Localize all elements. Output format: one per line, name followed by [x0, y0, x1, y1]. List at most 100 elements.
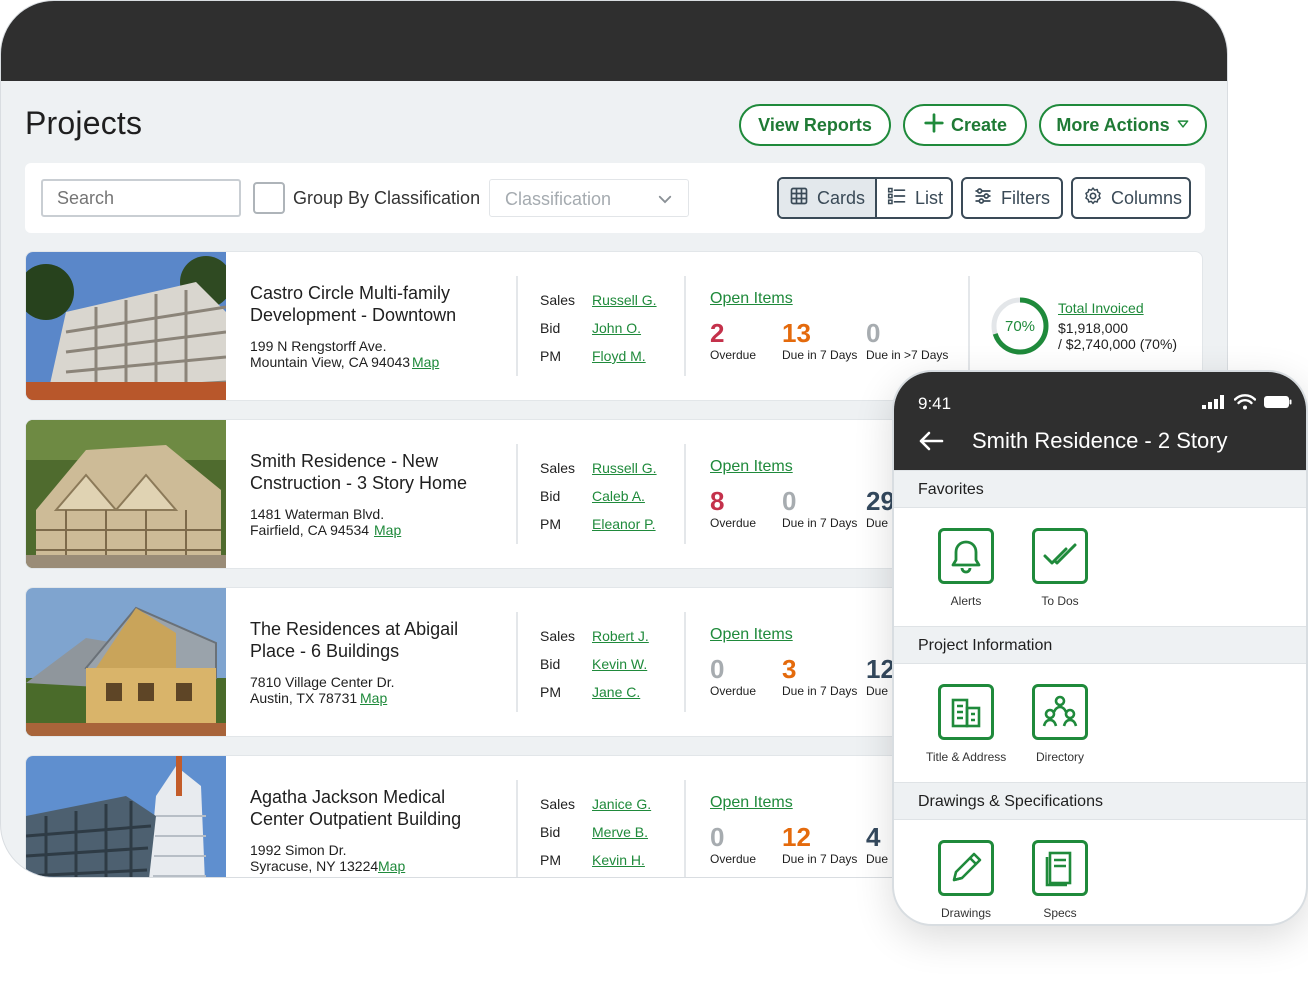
- sales-person-link[interactable]: Russell G.: [592, 460, 657, 476]
- sales-person-link[interactable]: Robert J.: [592, 628, 649, 644]
- list-view-button[interactable]: List: [875, 179, 951, 217]
- section-header-project-information: Project Information: [894, 626, 1306, 664]
- project-photo: [26, 756, 226, 877]
- due-7-count[interactable]: 12: [782, 822, 811, 853]
- open-items-link[interactable]: Open Items: [710, 458, 793, 476]
- sales-person-link[interactable]: Russell G.: [592, 292, 657, 308]
- cards-label: Cards: [817, 187, 866, 208]
- map-link[interactable]: Map: [374, 522, 401, 538]
- pm-person-link[interactable]: Kevin H.: [592, 852, 645, 868]
- columns-label: Columns: [1111, 187, 1183, 208]
- sales-person-link[interactable]: Janice G.: [592, 796, 651, 812]
- plus-icon: [923, 112, 945, 139]
- list-label: List: [915, 187, 944, 208]
- map-link[interactable]: Map: [378, 858, 405, 874]
- due-gt7-count[interactable]: 0: [866, 318, 880, 349]
- alerts-tile[interactable]: Alerts: [926, 528, 1006, 608]
- bell-icon: [938, 528, 994, 584]
- create-button[interactable]: Create: [903, 104, 1027, 146]
- alerts-label: Alerts: [950, 594, 982, 608]
- project-address-line2: Syracuse, NY 13224: [250, 858, 379, 874]
- todos-label: To Dos: [1041, 594, 1079, 608]
- overdue-count[interactable]: 8: [710, 486, 724, 517]
- view-toggle: Cards List: [777, 177, 953, 219]
- specs-label: Specs: [1043, 906, 1077, 920]
- divider: [968, 276, 970, 376]
- specs-tile[interactable]: Specs: [1020, 840, 1100, 920]
- bid-person-link[interactable]: John O.: [592, 320, 641, 336]
- open-items-link[interactable]: Open Items: [710, 290, 793, 308]
- open-items-link[interactable]: Open Items: [710, 626, 793, 644]
- project-address-line1: 1481 Waterman Blvd.: [250, 506, 385, 522]
- overdue-count[interactable]: 2: [710, 318, 724, 349]
- due-7-count[interactable]: 3: [782, 654, 796, 685]
- wifi-icon: [1233, 394, 1257, 415]
- due-gt7-label: Due: [866, 852, 889, 866]
- page-title: Projects: [25, 105, 143, 141]
- map-link[interactable]: Map: [412, 354, 439, 370]
- classification-select[interactable]: Classification: [489, 179, 689, 217]
- overdue-label: Overdue: [710, 684, 757, 698]
- role-bid: Bid: [540, 824, 561, 840]
- more-actions-button[interactable]: More Actions: [1039, 104, 1207, 146]
- section-header-favorites: Favorites: [894, 470, 1306, 508]
- people-icon: [1032, 684, 1088, 740]
- buildings-icon: [938, 684, 994, 740]
- overdue-label: Overdue: [710, 348, 757, 362]
- title-address-tile[interactable]: Title & Address: [926, 684, 1006, 764]
- cards-view-button[interactable]: Cards: [779, 179, 876, 217]
- due-gt7-count[interactable]: 12: [866, 654, 895, 685]
- status-time: 9:41: [918, 394, 952, 413]
- invoiced-percent: 70%: [1004, 318, 1036, 335]
- view-reports-button[interactable]: View Reports: [739, 104, 891, 146]
- project-photo: [26, 588, 226, 736]
- due-gt7-count[interactable]: 29: [866, 486, 895, 517]
- drawings-tile[interactable]: Drawings: [926, 840, 1006, 920]
- overdue-count[interactable]: 0: [710, 822, 724, 853]
- pm-person-link[interactable]: Eleanor P.: [592, 516, 656, 532]
- filters-button[interactable]: Filters: [961, 177, 1063, 219]
- search-input[interactable]: [41, 179, 241, 217]
- back-arrow-icon[interactable]: [916, 426, 946, 456]
- bid-person-link[interactable]: Kevin W.: [592, 656, 647, 672]
- mobile-header: 9:41 Smith Residence - 2 Story: [894, 372, 1306, 470]
- chevron-down-icon: [656, 190, 674, 208]
- project-name[interactable]: Agatha Jackson Medical Center Outpatient…: [250, 786, 500, 830]
- signal-icon: [1202, 395, 1226, 414]
- caret-down-icon: [1176, 115, 1190, 136]
- more-actions-label: More Actions: [1056, 114, 1170, 135]
- total-invoiced-link[interactable]: Total Invoiced: [1058, 300, 1144, 316]
- due-gt7-label: Due: [866, 516, 889, 530]
- mobile-project-title: Smith Residence - 2 Story: [972, 428, 1228, 453]
- project-name[interactable]: Castro Circle Multi-family Development -…: [250, 282, 500, 326]
- map-link[interactable]: Map: [360, 690, 387, 706]
- overdue-count[interactable]: 0: [710, 654, 724, 685]
- bid-person-link[interactable]: Merve B.: [592, 824, 648, 840]
- project-name[interactable]: The Residences at Abigail Place - 6 Buil…: [250, 618, 500, 662]
- project-address-line1: 1992 Simon Dr.: [250, 842, 347, 858]
- columns-button[interactable]: Columns: [1071, 177, 1191, 219]
- pm-person-link[interactable]: Floyd M.: [592, 348, 646, 364]
- project-address-line1: 7810 Village Center Dr.: [250, 674, 395, 690]
- role-sales: Sales: [540, 628, 576, 644]
- group-by-checkbox[interactable]: [253, 182, 285, 214]
- due-gt7-count[interactable]: 4: [866, 822, 880, 853]
- divider: [684, 612, 686, 712]
- role-sales: Sales: [540, 460, 576, 476]
- bid-person-link[interactable]: Caleb A.: [592, 488, 645, 504]
- due-7-count[interactable]: 0: [782, 486, 796, 517]
- open-items-link[interactable]: Open Items: [710, 794, 793, 812]
- project-name[interactable]: Smith Residence - New Cnstruction - 3 St…: [250, 450, 500, 494]
- todos-tile[interactable]: To Dos: [1020, 528, 1100, 608]
- due-7-label: Due in 7 Days: [782, 348, 858, 362]
- due-7-count[interactable]: 13: [782, 318, 811, 349]
- invoiced-total: / $2,740,000 (70%): [1058, 336, 1178, 352]
- classification-placeholder: Classification: [505, 189, 612, 209]
- role-pm: PM: [540, 348, 561, 364]
- due-7-label: Due in 7 Days: [782, 852, 858, 866]
- section-header-drawings-specifications: Drawings & Specifications: [894, 782, 1306, 820]
- pm-person-link[interactable]: Jane C.: [592, 684, 640, 700]
- directory-tile[interactable]: Directory: [1020, 684, 1100, 764]
- divider: [684, 444, 686, 544]
- grid-icon: [789, 186, 809, 211]
